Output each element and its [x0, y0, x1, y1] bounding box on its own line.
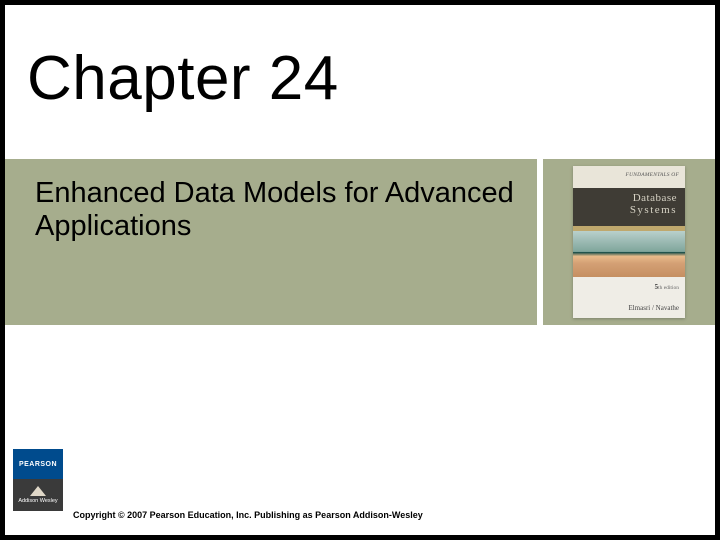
triangle-icon	[30, 486, 46, 496]
pearson-logo-text: PEARSON	[13, 449, 63, 479]
subtitle-panel: Enhanced Data Models for Advanced Applic…	[5, 159, 537, 325]
chapter-subtitle: Enhanced Data Models for Advanced Applic…	[35, 177, 517, 244]
addison-wesley-text: Addison Wesley	[18, 498, 57, 504]
book-edition: 5th edition	[655, 283, 679, 291]
addison-wesley-logo: Addison Wesley	[13, 479, 63, 511]
book-title-line1: Database	[573, 192, 677, 204]
slide: Chapter 24 Enhanced Data Models for Adva…	[5, 5, 715, 535]
book-tagline: FUNDAMENTALS OF	[573, 166, 685, 188]
book-cover: FUNDAMENTALS OF Database Systems 5th edi…	[573, 166, 685, 318]
copyright-text: Copyright © 2007 Pearson Education, Inc.…	[73, 510, 423, 520]
book-edition-suffix: th edition	[658, 285, 679, 291]
book-cover-photo	[573, 231, 685, 277]
book-title-line2: Systems	[573, 204, 677, 216]
book-title-band: Database Systems	[573, 188, 685, 226]
book-authors: Elmasri / Navathe	[628, 304, 679, 312]
chapter-title: Chapter 24	[27, 43, 339, 114]
content-band: Enhanced Data Models for Advanced Applic…	[5, 159, 715, 325]
publisher-logo: PEARSON Addison Wesley	[13, 449, 63, 511]
book-panel: FUNDAMENTALS OF Database Systems 5th edi…	[543, 159, 715, 325]
